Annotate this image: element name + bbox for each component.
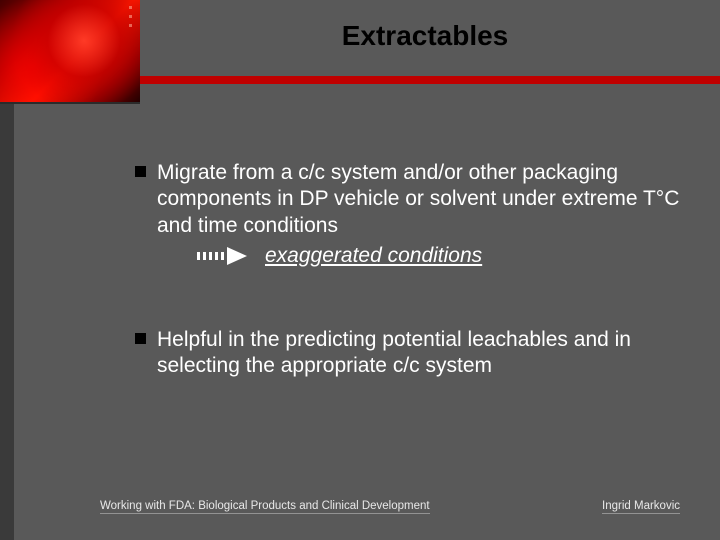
decorative-image xyxy=(0,0,140,104)
footer-left: Working with FDA: Biological Products an… xyxy=(100,500,430,514)
content-area: Migrate from a c/c system and/or other p… xyxy=(135,160,680,438)
footer: Working with FDA: Biological Products an… xyxy=(100,500,680,514)
bullet-emphasis: exaggerated conditions xyxy=(265,243,482,269)
bullet-marker-icon xyxy=(135,166,146,177)
bullet-text: Helpful in the predicting potential leac… xyxy=(157,328,631,377)
bullet-item: Migrate from a c/c system and/or other p… xyxy=(135,160,680,269)
bullet-subline: exaggerated conditions xyxy=(197,243,680,269)
slide: Extractables Migrate from a c/c system a… xyxy=(0,0,720,540)
bullet-item: Helpful in the predicting potential leac… xyxy=(135,327,680,380)
bullet-marker-icon xyxy=(135,333,146,344)
footer-right: Ingrid Markovic xyxy=(602,500,680,514)
slide-title: Extractables xyxy=(150,20,700,52)
arrow-icon xyxy=(197,249,247,263)
bullet-text: Migrate from a c/c system and/or other p… xyxy=(157,161,679,237)
left-rail xyxy=(0,104,14,540)
